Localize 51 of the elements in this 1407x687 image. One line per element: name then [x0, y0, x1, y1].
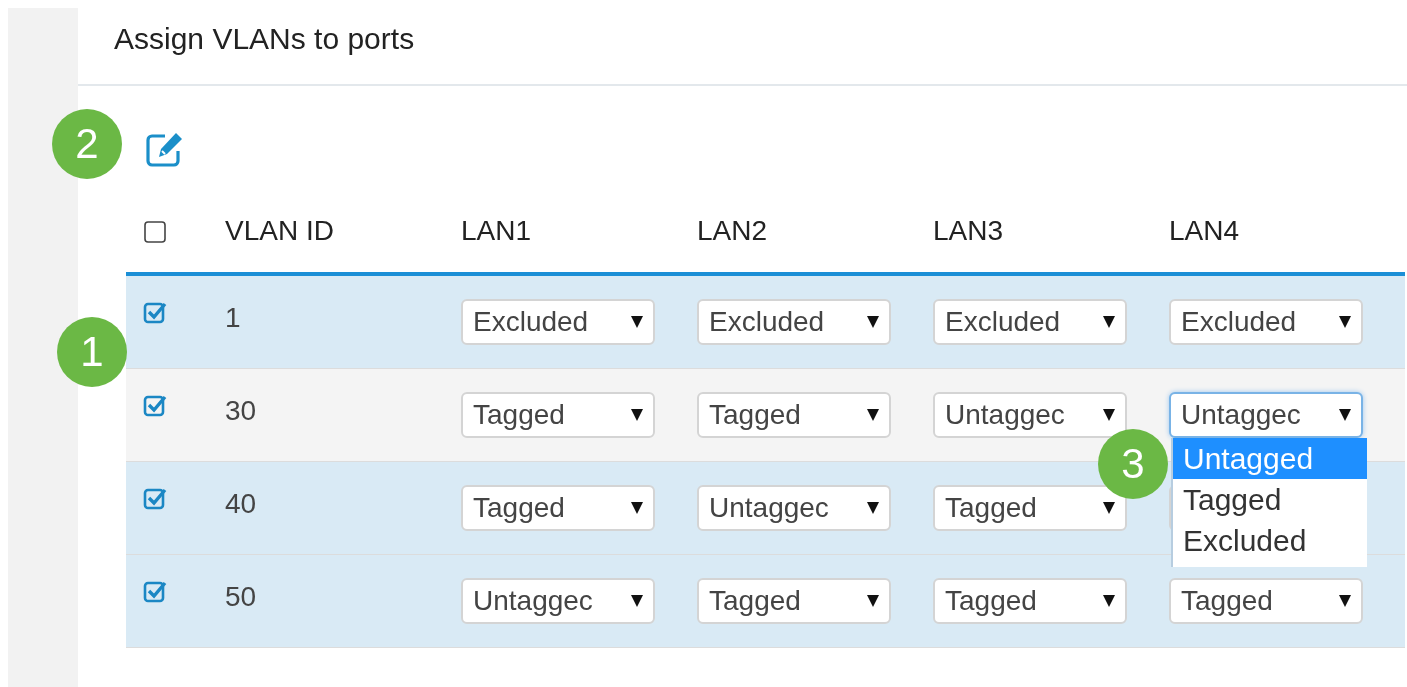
dropdown-select[interactable]: Untaggec	[933, 392, 1127, 438]
caret-icon	[1103, 316, 1115, 328]
dropdown-select[interactable]: Tagged	[461, 392, 655, 438]
caret-icon	[1339, 595, 1351, 607]
dropdown-select[interactable]: Excluded	[697, 299, 891, 345]
caret-icon	[867, 502, 879, 514]
table-row[interactable]: 50 Untaggec Tagged Tagged Tagged	[126, 555, 1405, 648]
caret-icon	[631, 409, 643, 421]
checkbox[interactable]	[143, 579, 167, 603]
caret-icon	[1103, 502, 1115, 514]
table-row[interactable]: 1 Excluded Excluded Excluded Excluded	[126, 276, 1405, 369]
step-badge: 1	[57, 317, 127, 387]
dropdown-select[interactable]: Tagged	[933, 485, 1127, 531]
dropdown-option[interactable]: Tagged	[1173, 479, 1367, 520]
dropdown-select[interactable]: Tagged	[461, 485, 655, 531]
dropdown-select[interactable]: Tagged	[697, 578, 891, 624]
column-header: LAN3	[933, 215, 1004, 246]
edit-icon[interactable]	[145, 130, 185, 168]
table-cell-text: 50	[225, 580, 257, 613]
caret-icon	[631, 595, 643, 607]
caret-icon	[1103, 409, 1115, 421]
dropdown-select[interactable]: Untaggec	[697, 485, 891, 531]
table-cell-text: 30	[225, 394, 257, 427]
dropdown-select[interactable]: Tagged	[697, 392, 891, 438]
dropdown-select[interactable]: Excluded	[933, 299, 1127, 345]
dropdown-select[interactable]: Untaggec	[461, 578, 655, 624]
caret-icon	[867, 595, 879, 607]
table-cell-text: 1	[225, 301, 241, 334]
caret-icon	[1103, 595, 1115, 607]
dropdown-select[interactable]: Tagged	[933, 578, 1127, 624]
dropdown-select[interactable]: Excluded	[461, 299, 655, 345]
column-header: LAN1	[461, 215, 532, 246]
caret-icon	[867, 316, 879, 328]
column-header: VLAN ID	[225, 215, 334, 246]
table-cell-text: 40	[225, 487, 257, 520]
checkbox[interactable]	[143, 393, 167, 417]
dropdown-select[interactable]: Excluded	[1169, 299, 1363, 345]
checkbox[interactable]	[143, 486, 167, 510]
caret-icon	[867, 409, 879, 421]
column-header: LAN4	[1169, 215, 1240, 246]
caret-icon	[1339, 316, 1351, 328]
caret-icon	[631, 502, 643, 514]
caret-icon	[631, 316, 643, 328]
checkbox[interactable]	[143, 300, 167, 324]
section-title: Assign VLANs to ports	[78, 8, 1407, 86]
caret-icon	[1339, 409, 1351, 421]
checkbox[interactable]	[143, 219, 167, 243]
step-badge: 2	[52, 109, 122, 179]
dropdown-select[interactable]: Tagged	[1169, 578, 1363, 624]
column-header: LAN2	[697, 215, 768, 246]
dropdown-select[interactable]: Untaggec	[1169, 392, 1363, 438]
